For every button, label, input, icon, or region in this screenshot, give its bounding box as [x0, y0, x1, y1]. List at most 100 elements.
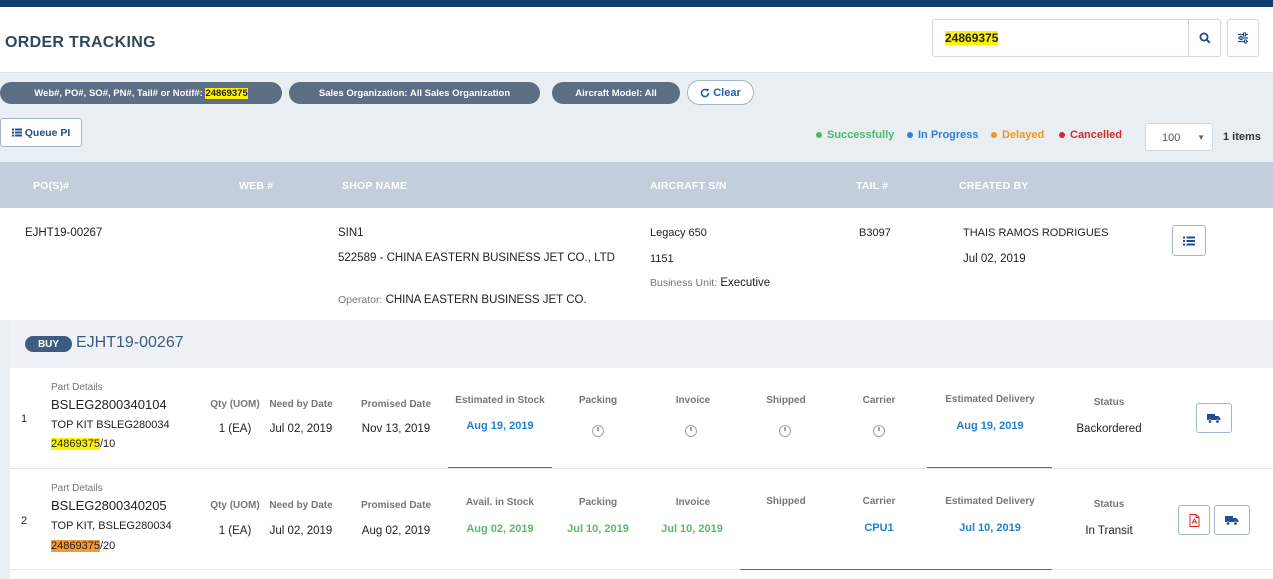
- business-unit-label: Business Unit:: [650, 277, 718, 289]
- part-reference-highlight: 24869375: [51, 438, 100, 450]
- clock-icon: [873, 425, 885, 437]
- legend-in-progress: In Progress: [907, 129, 979, 141]
- column-header-web[interactable]: WEB #: [239, 180, 273, 192]
- stock-label: Estimated in Stock: [455, 395, 545, 406]
- packing-label: Packing: [578, 395, 618, 406]
- per-page-value: 100: [1162, 132, 1181, 144]
- legend-cancelled: Cancelled: [1059, 129, 1122, 141]
- per-page-select[interactable]: 100 ▼: [1145, 123, 1213, 151]
- filter-chip-sales-org[interactable]: Sales Organization: All Sales Organizati…: [289, 82, 540, 104]
- order-details-button[interactable]: [1172, 225, 1206, 256]
- line-index: 2: [21, 515, 28, 527]
- shop-name: 522589 - CHINA EASTERN BUSINESS JET CO.,…: [338, 252, 615, 264]
- items-count: 1 items: [1223, 131, 1261, 143]
- legend-label: Successfully: [827, 129, 895, 141]
- part-number: BSLEG2800340104: [51, 397, 167, 412]
- search-input[interactable]: 24869375: [932, 19, 1189, 57]
- delivery-label: Estimated Delivery: [945, 496, 1035, 507]
- track-shipment-button[interactable]: [1196, 403, 1232, 433]
- delivery-value: Jul 10, 2019: [959, 522, 1021, 534]
- invoice-label: Invoice: [675, 497, 711, 508]
- shop-code: SIN1: [338, 227, 364, 239]
- part-reference-highlight: 24869375: [51, 540, 100, 552]
- legend-label: In Progress: [918, 129, 979, 141]
- legend-delayed: Delayed: [991, 129, 1044, 141]
- column-header-created-by[interactable]: CREATED BY: [959, 180, 1028, 192]
- legend-successfully: Successfully: [816, 129, 894, 141]
- status-dot-icon: [1059, 132, 1065, 138]
- part-details-label: Part Details: [51, 483, 103, 494]
- column-header-shop-name[interactable]: SHOP NAME: [342, 180, 407, 192]
- advanced-filter-button[interactable]: [1227, 19, 1259, 57]
- tail-number: B3097: [859, 227, 891, 239]
- refresh-icon: [700, 88, 710, 97]
- delivery-label: Estimated Delivery: [945, 394, 1035, 405]
- part-description: TOP KIT BSLEG280034: [51, 419, 170, 431]
- stock-value: Aug 19, 2019: [466, 420, 534, 432]
- status-value: In Transit: [1085, 525, 1133, 537]
- filter-chip-search[interactable]: Web#, PO#, SO#, PN#, Tail# or Notif#: 24…: [0, 82, 282, 104]
- stock-underline: [448, 467, 552, 468]
- search-button[interactable]: [1188, 19, 1221, 57]
- detail-po: EJHT19-00267: [76, 334, 184, 351]
- promised-label: Promised Date: [360, 500, 432, 511]
- track-shipment-button[interactable]: [1214, 505, 1250, 535]
- buy-badge: BUY: [25, 336, 72, 352]
- promised-value: Aug 02, 2019: [361, 525, 431, 537]
- order-detail-panel: BUY EJHT19-00267 1 Part Details BSLEG280…: [10, 320, 1273, 579]
- status-label: Status: [1093, 397, 1125, 408]
- invoice-value: Jul 10, 2019: [661, 523, 723, 535]
- part-number: BSLEG2800340205: [51, 498, 167, 513]
- part-description: TOP KIT, BSLEG280034: [51, 520, 172, 532]
- shipped-label: Shipped: [766, 496, 806, 507]
- shipped-label: Shipped: [766, 395, 806, 406]
- carrier-value: CPU1: [864, 522, 894, 534]
- aircraft-model: Legacy 650: [650, 227, 707, 239]
- carrier-label: Carrier: [862, 496, 896, 507]
- order-row[interactable]: EJHT19-00267 SIN1 522589 - CHINA EASTERN…: [0, 208, 1273, 320]
- stock-value: Aug 02, 2019: [466, 523, 534, 535]
- line-item[interactable]: 2 Part Details BSLEG2800340205 TOP KIT, …: [10, 469, 1273, 570]
- clear-filters-button[interactable]: Clear: [687, 80, 754, 105]
- truck-icon: [1207, 413, 1221, 424]
- pdf-icon: [1189, 513, 1199, 527]
- search-icon: [1199, 32, 1211, 44]
- truck-icon: [1225, 515, 1239, 526]
- column-header-aircraft-sn[interactable]: AIRCRAFT S/N: [650, 180, 726, 192]
- packing-label: Packing: [578, 497, 618, 508]
- status-dot-icon: [991, 132, 997, 138]
- business-unit-value: Executive: [720, 277, 771, 289]
- line-item[interactable]: 1 Part Details BSLEG2800340104 TOP KIT B…: [10, 368, 1273, 469]
- business-unit: Business Unit: Executive: [650, 275, 770, 292]
- page-title: ORDER TRACKING: [5, 34, 156, 51]
- invoice-label: Invoice: [675, 395, 711, 406]
- clock-icon: [592, 425, 604, 437]
- table-header: PO(S)# WEB # SHOP NAME AIRCRAFT S/N TAIL…: [0, 162, 1273, 208]
- legend-label: Cancelled: [1070, 129, 1122, 141]
- progress-underline: [740, 569, 1052, 570]
- queue-pi-button[interactable]: Queue PI: [0, 118, 82, 147]
- operator-value: CHINA EASTERN BUSINESS JET CO.: [385, 294, 587, 306]
- created-date: Jul 02, 2019: [963, 253, 1026, 265]
- need-by-value: Jul 02, 2019: [269, 525, 333, 537]
- clock-icon: [779, 425, 791, 437]
- clear-label: Clear: [713, 86, 741, 99]
- operator: Operator: CHINA EASTERN BUSINESS JET CO.: [338, 292, 587, 309]
- part-reference-suffix: /10: [99, 438, 116, 450]
- promised-label: Promised Date: [360, 399, 432, 410]
- stock-label: Avail. in Stock: [466, 497, 534, 508]
- need-by-label: Need by Date: [269, 399, 333, 410]
- operator-label: Operator:: [338, 294, 383, 306]
- download-pdf-button[interactable]: [1178, 505, 1210, 535]
- created-by: THAIS RAMOS RODRIGUES: [963, 227, 1109, 239]
- filter-chip-aircraft-model[interactable]: Aircraft Model: All: [552, 82, 680, 104]
- sliders-icon: [1238, 32, 1248, 44]
- status-dot-icon: [907, 132, 913, 138]
- column-header-po[interactable]: PO(S)#: [33, 180, 69, 192]
- chevron-down-icon: ▼: [1197, 133, 1205, 142]
- part-reference: 24869375/20: [51, 538, 115, 555]
- part-reference: 24869375/10: [51, 436, 115, 453]
- search-value: 24869375: [945, 31, 999, 45]
- status-label: Status: [1093, 499, 1125, 510]
- column-header-tail[interactable]: TAIL #: [856, 180, 888, 192]
